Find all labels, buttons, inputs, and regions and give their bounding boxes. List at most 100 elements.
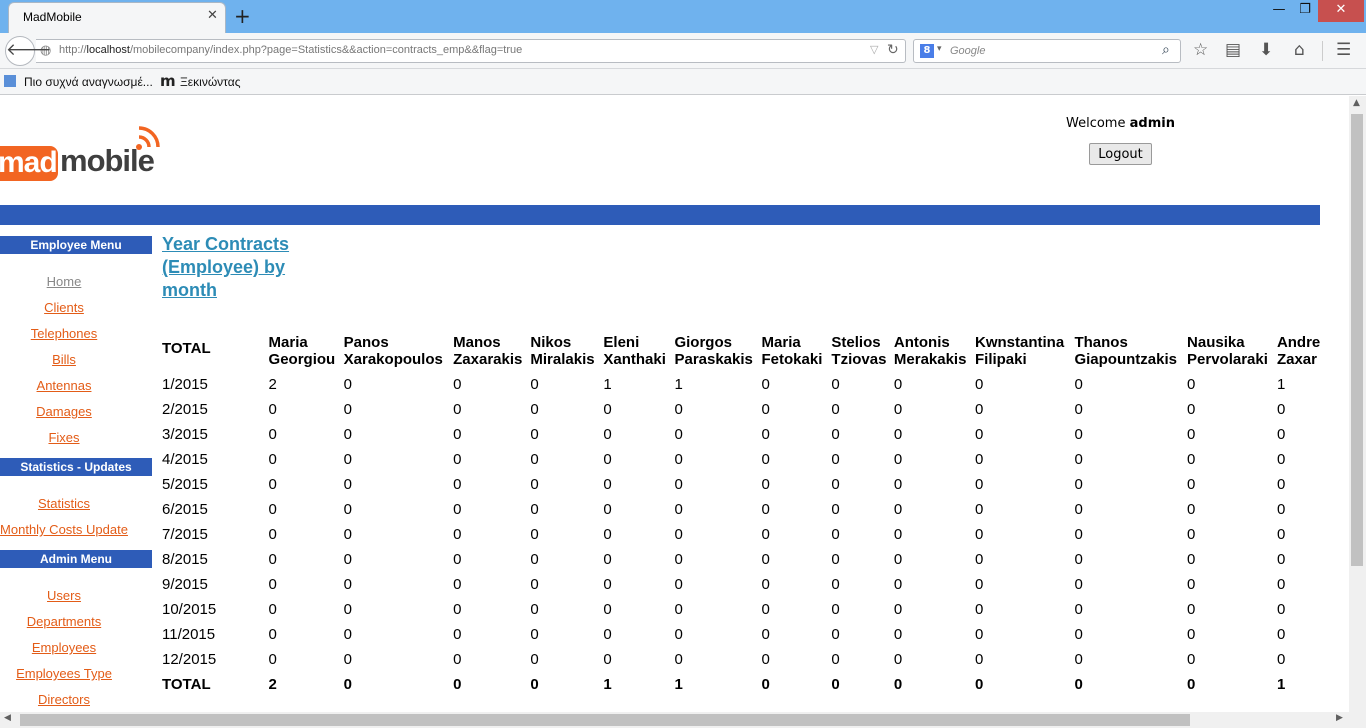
sidebar-item-home[interactable]: Home [0, 274, 128, 289]
minimize-icon[interactable]: — [1266, 0, 1292, 22]
bookmark-star-icon[interactable]: ☆ [1193, 40, 1208, 60]
total-value-cell: 0 [453, 676, 462, 693]
value-cell: 0 [761, 476, 770, 493]
page-title[interactable]: Year Contracts (Employee) by month [162, 233, 292, 302]
table-row: 9/2015 0 0 0 0 0 0 0 0 0 0 0 0 0 [162, 568, 1349, 593]
value-cell: 0 [603, 401, 612, 418]
bookmark-getting-started[interactable]: Ξεκινώντας [180, 75, 240, 89]
sidebar-item-statistics[interactable]: Statistics [0, 496, 128, 511]
value-cell: 0 [761, 426, 770, 443]
value-cell: 0 [343, 526, 352, 543]
employee-last-name: Zaxar [1276, 351, 1317, 368]
sidebar-item-antennas[interactable]: Antennas [0, 378, 128, 393]
month-cell: 10/2015 [162, 601, 217, 618]
value-cell: 0 [1074, 601, 1083, 618]
url-dropdown-icon[interactable]: ▽ [870, 43, 878, 56]
sidebar-item-employees[interactable]: Employees [0, 640, 128, 655]
sidebar-item-employees-type[interactable]: Employees Type [0, 666, 128, 681]
totals-label-cell: TOTAL [162, 676, 211, 693]
sidebar-item-monthly-costs-update[interactable]: Monthly Costs Update [0, 522, 128, 537]
horizontal-scrollbar[interactable]: ◀ ▶ [0, 712, 1349, 728]
value-cell: 0 [343, 376, 352, 393]
value-cell: 0 [1074, 576, 1083, 593]
value-cell: 0 [1074, 626, 1083, 643]
month-cell: 9/2015 [162, 576, 208, 593]
vertical-scroll-thumb[interactable] [1351, 114, 1363, 566]
value-cell: 0 [831, 601, 840, 618]
search-bar[interactable]: 8 ▾ Google ⌕ [913, 39, 1181, 63]
sidebar-item-fixes[interactable]: Fixes [0, 430, 128, 445]
search-input[interactable]: Google [950, 45, 985, 57]
browser-tab[interactable]: MadMobile ✕ [8, 2, 226, 33]
scroll-right-icon[interactable]: ▶ [1336, 713, 1343, 723]
value-cell: 0 [674, 626, 683, 643]
value-cell: 0 [761, 501, 770, 518]
value-cell: 0 [1074, 376, 1083, 393]
table-row: 12/2015 0 0 0 0 0 0 0 0 0 0 0 0 0 [162, 643, 1349, 668]
window-close-icon[interactable]: ✕ [1318, 0, 1364, 22]
google-icon[interactable]: 8 [920, 44, 934, 58]
scroll-left-icon[interactable]: ◀ [4, 713, 11, 723]
maximize-icon[interactable]: ❐ [1292, 0, 1318, 22]
value-cell: 0 [530, 451, 539, 468]
table-row: 8/2015 0 0 0 0 0 0 0 0 0 0 0 0 0 [162, 543, 1349, 568]
bookmarks-toolbar: Πιο συχνά αναγνωσμέ... m Ξεκινώντας [0, 69, 1366, 95]
url-bar[interactable]: ◍ http://localhost/mobilecompany/index.p… [36, 39, 906, 63]
sidebar-item-directors[interactable]: Directors [0, 692, 128, 707]
value-cell: 0 [268, 451, 277, 468]
value-cell: 0 [603, 651, 612, 668]
value-cell: 0 [893, 426, 903, 443]
value-cell: 0 [893, 451, 903, 468]
close-tab-icon[interactable]: ✕ [207, 8, 218, 23]
value-cell: 1 [674, 376, 683, 393]
sidebar-item-bills[interactable]: Bills [0, 352, 128, 367]
value-cell: 0 [1276, 476, 1286, 493]
value-cell: 0 [831, 626, 840, 643]
vertical-scrollbar[interactable]: ▲ [1349, 96, 1366, 712]
total-value-cell: 0 [530, 676, 539, 693]
reading-list-icon[interactable]: ▤ [1225, 40, 1241, 60]
scroll-up-icon[interactable]: ▲ [1353, 98, 1360, 108]
total-value-cell: 1 [1276, 676, 1286, 693]
total-value-cell: 0 [1187, 676, 1196, 693]
horizontal-scroll-thumb[interactable] [20, 714, 1190, 726]
value-cell: 0 [1276, 526, 1286, 543]
value-cell: 0 [761, 376, 770, 393]
value-cell: 0 [530, 526, 539, 543]
sidebar-item-users[interactable]: Users [0, 588, 128, 603]
value-cell: 0 [453, 651, 462, 668]
value-cell: 0 [1276, 451, 1286, 468]
reload-icon[interactable]: ↻ [887, 42, 899, 58]
column-header-employee: Stelios Tziovas [831, 328, 893, 368]
hamburger-menu-icon[interactable]: ☰ [1336, 40, 1351, 60]
bookmark-most-visited[interactable]: Πιο συχνά αναγνωσμέ... [24, 75, 153, 89]
back-button[interactable]: 🡐 [5, 36, 52, 66]
sidebar-item-telephones[interactable]: Telephones [0, 326, 128, 341]
signal-waves-icon [136, 126, 160, 150]
home-icon[interactable]: ⌂ [1294, 40, 1305, 60]
search-engine-dropdown-icon[interactable]: ▾ [937, 44, 942, 54]
value-cell: 0 [343, 651, 352, 668]
value-cell: 0 [1187, 401, 1196, 418]
value-cell: 0 [893, 476, 903, 493]
new-tab-icon[interactable]: + [234, 4, 251, 28]
table-body: 1/2015 2 0 0 0 1 1 0 0 0 0 0 0 1 2/2015 0 0 0 0 0 0 0 0 0 0 0 0 0 3/… [162, 368, 1349, 693]
value-cell: 0 [1276, 501, 1286, 518]
sidebar-item-clients[interactable]: Clients [0, 300, 128, 315]
logout-button[interactable]: Logout [1089, 143, 1152, 165]
sidebar-item-departments[interactable]: Departments [0, 614, 128, 629]
value-cell: 0 [1074, 551, 1083, 568]
value-cell: 0 [1074, 451, 1083, 468]
search-icon[interactable]: ⌕ [1162, 42, 1170, 58]
table-row: 1/2015 2 0 0 0 1 1 0 0 0 0 0 0 1 [162, 368, 1349, 393]
value-cell: 0 [268, 526, 277, 543]
value-cell: 0 [603, 501, 612, 518]
value-cell: 0 [530, 651, 539, 668]
employee-first-name: Nausika [1187, 334, 1245, 351]
value-cell: 0 [1187, 576, 1196, 593]
tab-title: MadMobile [23, 10, 82, 24]
month-cell: 3/2015 [162, 426, 208, 443]
sidebar-item-damages[interactable]: Damages [0, 404, 128, 419]
value-cell: 0 [674, 476, 683, 493]
download-icon[interactable]: ⬇ [1259, 40, 1273, 60]
